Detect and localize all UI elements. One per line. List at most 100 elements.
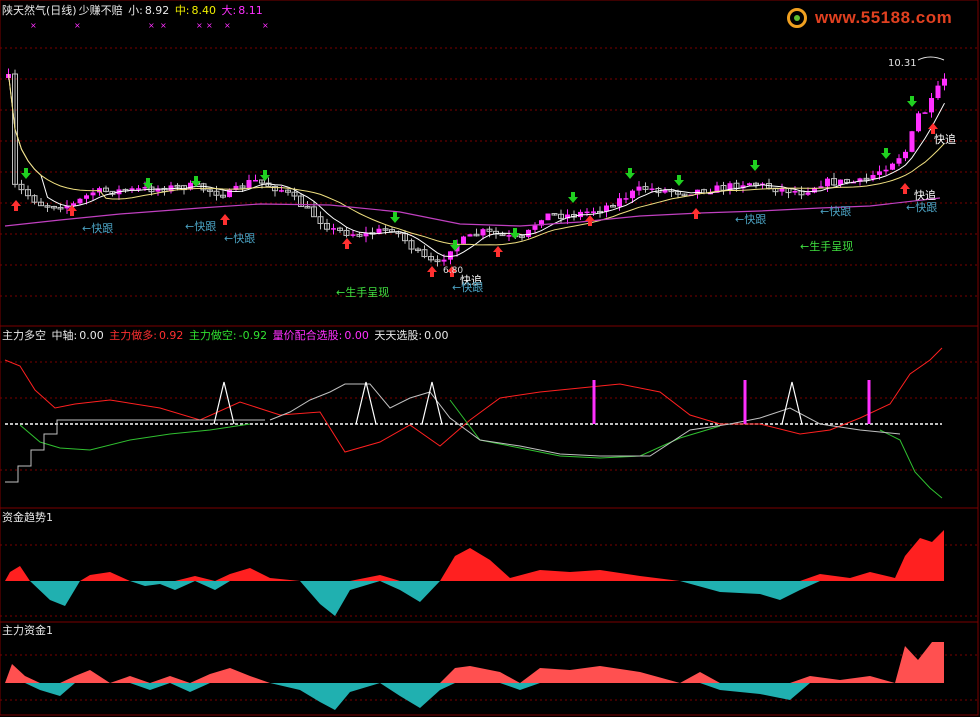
short-label: 主力做空: <box>188 329 237 342</box>
grid-lines <box>0 0 979 716</box>
candle-body <box>636 186 642 191</box>
signal-cross: × <box>160 21 167 30</box>
vol-value: 0.00 <box>344 329 369 342</box>
candle-body <box>506 235 512 237</box>
buy-arrow-icon <box>625 168 635 179</box>
signal-cross: × <box>30 21 37 30</box>
candle-body <box>792 191 798 193</box>
candle-body <box>623 198 629 200</box>
sell-arrow-icon <box>585 215 595 226</box>
candle-body <box>649 188 655 190</box>
indicator-panel-lines <box>4 347 943 499</box>
long-label: 主力做多: <box>109 329 157 342</box>
trend-area <box>5 530 944 616</box>
candle-body <box>246 180 252 188</box>
peak-marker <box>213 381 235 425</box>
indicator-name: 少赚不赔 <box>78 4 123 17</box>
candle-body <box>77 198 83 204</box>
candle-body <box>870 174 876 180</box>
annotation-label: ←快跟 <box>452 281 483 294</box>
signal-cross: × <box>206 21 213 30</box>
buy-arrow-icon <box>21 168 31 179</box>
sell-arrow-icon <box>900 183 910 194</box>
big-value: 8.11 <box>238 4 263 17</box>
trend-panel-header: 资金趋势1 <box>2 511 55 525</box>
sell-arrow-icon <box>342 238 352 249</box>
site-logo[interactable]: www.55188.com <box>785 6 975 32</box>
short-line-2 <box>449 399 721 459</box>
sell-arrow-icon <box>11 200 21 211</box>
candle-body <box>916 113 921 132</box>
sell-arrow-icon <box>691 208 701 219</box>
mid-label: 中: <box>174 4 190 17</box>
money-panel-name: 主力资金1 <box>2 624 53 637</box>
step-line-1 <box>5 419 265 483</box>
buy-arrow-icon <box>881 148 891 159</box>
daily-value: 0.00 <box>424 329 449 342</box>
annotation-label: ←快跟 <box>82 222 113 235</box>
buy-arrow-icon <box>674 175 684 186</box>
small-value: 8.92 <box>144 4 170 17</box>
candle-body <box>90 192 96 196</box>
step-line-2 <box>269 383 901 457</box>
candle-body <box>779 188 785 192</box>
main-panel-header: 陕天然气(日线) 少赚不赔 小: 8.92 中: 8.40 大: 8.11 <box>2 4 265 18</box>
ma-mid <box>8 73 945 246</box>
buy-arrow-icon <box>390 212 400 223</box>
annotation-label: ←快跟 <box>820 205 851 218</box>
candle-body <box>805 192 811 195</box>
buy-arrow-icon <box>750 160 760 171</box>
candle-body <box>461 236 466 244</box>
candle-body <box>71 203 76 206</box>
trend-positive <box>5 530 944 581</box>
chart-canvas[interactable]: × × × × × × × × ←快跟 ←快跟←快跟快追←快跟←生手呈现←快跟←快跟←生手呈现快… <box>0 0 980 717</box>
annotation-label: ←快跟 <box>224 232 255 245</box>
frame <box>0 0 979 716</box>
candle-body <box>448 251 453 260</box>
money-positive <box>5 642 944 683</box>
mid-value: 8.40 <box>191 4 217 17</box>
candle-body <box>331 228 336 230</box>
vol-label: 量价配合选股: <box>272 329 343 342</box>
axis-value: 0.00 <box>79 329 104 342</box>
candle-body <box>279 190 284 192</box>
candle-body <box>584 211 590 214</box>
candle-body <box>890 163 895 170</box>
long-value: 0.92 <box>158 329 184 342</box>
candle-body <box>825 178 830 187</box>
sell-arrow-icon <box>220 214 230 225</box>
candlestick-series <box>6 68 947 267</box>
high-price-leader <box>917 56 945 61</box>
money-negative <box>5 683 944 710</box>
sell-arrow-icon <box>493 246 503 257</box>
candle-body <box>929 98 934 113</box>
candle-body <box>922 112 928 114</box>
buy-arrow-icon <box>568 192 578 203</box>
daily-label: 天天选股: <box>374 329 423 342</box>
signal-cross: × <box>74 21 81 30</box>
candle-body <box>883 169 889 172</box>
long-line <box>4 347 943 453</box>
candle-body <box>935 85 941 99</box>
short-line-1 <box>19 423 251 451</box>
signal-cross: × <box>148 21 155 30</box>
candle-body <box>467 234 473 237</box>
annotations: ←快跟 ←快跟←快跟快追←快跟←生手呈现←快跟←快跟←生手呈现快追←快跟快追10.… <box>82 56 956 299</box>
candle-body <box>526 229 531 237</box>
candle-body <box>630 190 635 199</box>
signal-cross: × <box>196 21 203 30</box>
indicator-panel-header: 主力多空 中轴: 0.00 主力做多: 0.92 主力做空: -0.92 量价配合选股… <box>2 329 451 343</box>
candle-body <box>545 213 551 221</box>
candle-body <box>877 171 882 175</box>
indicator-panel-name: 主力多空 <box>2 329 46 342</box>
moving-average-lines <box>4 73 945 258</box>
money-panel-header: 主力资金1 <box>2 624 55 638</box>
annotation-label: ←生手呈现 <box>800 239 853 253</box>
candle-body <box>441 259 447 262</box>
candle-body <box>942 78 947 86</box>
logo-icon <box>787 8 807 28</box>
annotation-label: ←快跟 <box>906 201 937 214</box>
logo-text: www.55188.com <box>815 8 953 27</box>
big-label: 大: <box>221 4 237 17</box>
candle-body <box>747 183 752 186</box>
